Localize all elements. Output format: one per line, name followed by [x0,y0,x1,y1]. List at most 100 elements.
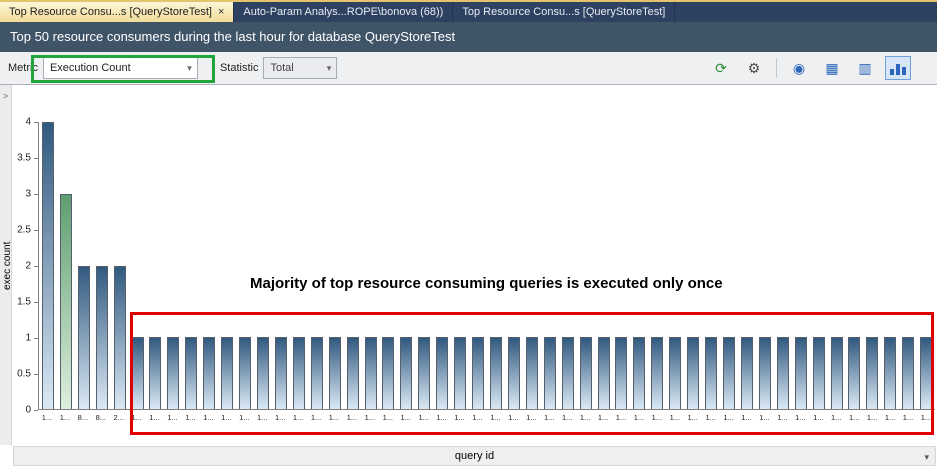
y-tick-label: 4 [25,117,31,128]
bar[interactable] [741,337,753,409]
bar[interactable] [96,266,108,410]
tab-top-resource-consumers-2[interactable]: Top Resource Consu...s [QueryStoreTest] [453,2,675,22]
bar[interactable] [114,266,126,410]
bar-slot [147,122,165,409]
bar[interactable] [42,122,54,409]
bar-slot [129,122,147,409]
bar[interactable] [813,337,825,409]
bar[interactable] [203,337,215,409]
x-tick-label: 1... [56,413,74,422]
bar[interactable] [580,337,592,409]
bar-slot [272,122,290,409]
bar-slot [290,122,308,409]
bar[interactable] [329,337,341,409]
bar[interactable] [257,337,269,409]
x-axis-footer[interactable]: query id ▾ [13,446,936,466]
chevron-down-icon: ▾ [182,63,197,74]
tab-auto-param-analysis[interactable]: Auto-Param Analys...ROPE\bonova (68)) [234,2,453,22]
bar[interactable] [293,337,305,409]
bar[interactable] [365,337,377,409]
tab-strip: Top Resource Consu...s [QueryStoreTest] … [0,0,937,22]
bar[interactable] [615,337,627,409]
x-labels: 1...1...8...8...2...1...1...1...1...1...… [38,413,935,422]
view-grid-details-icon[interactable]: ▥ [852,56,878,80]
bar[interactable] [311,337,323,409]
bar[interactable] [723,337,735,409]
bar[interactable] [60,194,72,409]
bar[interactable] [490,337,502,409]
refresh-icon[interactable]: ⟳ [708,56,734,80]
x-tick-label: 1... [38,413,56,422]
bar-slot [182,122,200,409]
metric-dropdown[interactable]: Execution Count ▾ [43,57,198,79]
bar[interactable] [633,337,645,409]
bar[interactable] [239,337,251,409]
bar[interactable] [167,337,179,409]
bar[interactable] [669,337,681,409]
x-tick-label: 1... [469,413,487,422]
view-grid-icon[interactable]: ▦ [819,56,845,80]
bar[interactable] [920,337,932,409]
x-tick-label: 1... [415,413,433,422]
bar[interactable] [454,337,466,409]
bar[interactable] [705,337,717,409]
bar-slot [899,122,917,409]
bar[interactable] [221,337,233,409]
bar[interactable] [884,337,896,409]
close-icon[interactable]: × [218,7,224,18]
bar-slot [630,122,648,409]
x-tick-label: 1... [791,413,809,422]
bar[interactable] [382,337,394,409]
view-chart-icon[interactable] [885,56,911,80]
bar[interactable] [831,337,843,409]
plot-area [38,122,935,410]
bar-slot [308,122,326,409]
bar[interactable] [472,337,484,409]
bar[interactable] [275,337,287,409]
y-tick-label: 1 [25,333,31,344]
x-tick-label: 1... [235,413,253,422]
x-tick-label: 1... [881,413,899,422]
bar-slot [666,122,684,409]
toolbar-icons: ⟳ ⚙ ◉ ▦ ▥ [708,56,929,80]
bar[interactable] [687,337,699,409]
bar-slot [75,122,93,409]
bar[interactable] [149,337,161,409]
bar[interactable] [526,337,538,409]
x-tick-label: 1... [146,413,164,422]
x-tick-label: 1... [756,413,774,422]
bar[interactable] [436,337,448,409]
bar[interactable] [848,337,860,409]
bar[interactable] [347,337,359,409]
bar-slot [451,122,469,409]
bar[interactable] [902,337,914,409]
x-tick-label: 1... [738,413,756,422]
bar[interactable] [795,337,807,409]
settings-icon[interactable]: ⚙ [741,56,767,80]
bar[interactable] [544,337,556,409]
y-tick-label: 0.5 [17,369,31,380]
tab-top-resource-consumers[interactable]: Top Resource Consu...s [QueryStoreTest] … [0,2,234,22]
bar[interactable] [132,337,144,409]
bar-slot [164,122,182,409]
bar[interactable] [651,337,663,409]
bar[interactable] [759,337,771,409]
statistic-dropdown[interactable]: Total ▾ [263,57,337,79]
bar[interactable] [777,337,789,409]
bar[interactable] [598,337,610,409]
x-tick-label: 1... [504,413,522,422]
bar[interactable] [400,337,412,409]
x-tick-label: 1... [433,413,451,422]
bar-slot [218,122,236,409]
bar-slot [881,122,899,409]
bar[interactable] [418,337,430,409]
track-query-icon[interactable]: ◉ [786,56,812,80]
bar[interactable] [508,337,520,409]
bar[interactable] [185,337,197,409]
bar[interactable] [866,337,878,409]
bar[interactable] [78,266,90,410]
x-tick-label: 1... [289,413,307,422]
metric-label: Metric [8,62,38,74]
bar[interactable] [562,337,574,409]
x-tick-label: 1... [397,413,415,422]
